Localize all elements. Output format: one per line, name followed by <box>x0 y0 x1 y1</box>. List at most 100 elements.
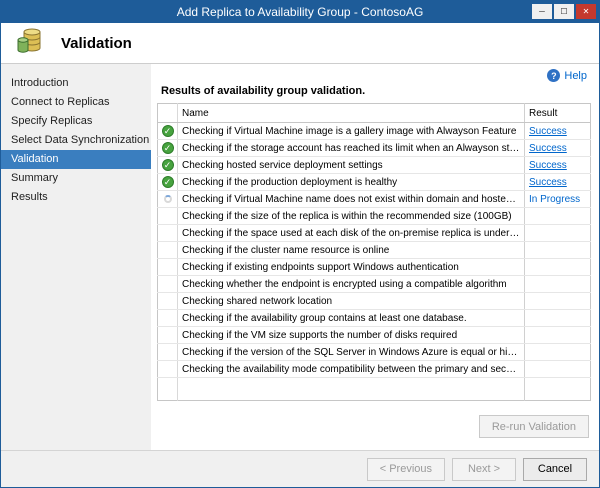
validation-results-heading: Results of availability group validation… <box>161 85 366 97</box>
result-cell <box>524 360 591 378</box>
check-name-cell: Checking the availability mode compatibi… <box>177 360 525 378</box>
table-row[interactable]: Checking the availability mode compatibi… <box>157 360 591 378</box>
check-name-cell: Checking if the size of the replica is w… <box>177 207 525 225</box>
status-cell <box>157 224 178 242</box>
check-name-cell: Checking if the availability group conta… <box>177 309 525 327</box>
check-name-cell: Checking if the version of the SQL Serve… <box>177 343 525 361</box>
filler-cell <box>525 378 591 401</box>
status-cell: ✓ <box>157 122 178 140</box>
table-row[interactable]: Checking shared network location <box>157 292 591 310</box>
sidebar-item-introduction[interactable]: Introduction <box>1 74 151 93</box>
help-link[interactable]: ? Help <box>547 69 587 82</box>
check-name-cell: Checking if existing endpoints support W… <box>177 258 525 276</box>
wizard-body: Introduction Connect to Replicas Specify R… <box>1 64 599 450</box>
status-cell <box>157 275 178 293</box>
sidebar-item-select-data-synchronization[interactable]: Select Data Synchronization <box>1 131 151 150</box>
titlebar[interactable]: Add Replica to Availability Group - Cont… <box>1 1 599 23</box>
window-controls: ─ ☐ ✕ <box>532 4 596 19</box>
result-cell: Success <box>524 156 591 174</box>
result-link[interactable]: Success <box>529 126 567 137</box>
close-icon[interactable]: ✕ <box>576 4 596 19</box>
table-row[interactable]: Checking if the VM size supports the num… <box>157 326 591 344</box>
validation-table: Name Result ✓ Checking if Virtual Machine… <box>157 103 591 401</box>
status-cell <box>157 343 178 361</box>
table-header-row: Name Result <box>157 103 591 123</box>
result-cell <box>524 275 591 293</box>
sidebar-item-validation[interactable]: Validation <box>1 150 151 169</box>
next-button[interactable]: Next > <box>452 457 516 481</box>
sidebar-item-summary[interactable]: Summary <box>1 169 151 188</box>
sidebar-item-specify-replicas[interactable]: Specify Replicas <box>1 112 151 131</box>
table-row[interactable]: Checking whether the endpoint is encrypt… <box>157 275 591 293</box>
table-row[interactable]: Checking if the version of the SQL Serve… <box>157 343 591 361</box>
filler-cell <box>157 377 178 401</box>
table-row[interactable]: Checking if existing endpoints support W… <box>157 258 591 276</box>
table-row[interactable]: Checking if Virtual Machine name does no… <box>157 190 591 208</box>
result-link[interactable]: Success <box>529 143 567 154</box>
table-row[interactable]: ✓ Checking hosted service deployment sett… <box>157 156 591 174</box>
result-link[interactable]: In Progress <box>529 194 580 205</box>
window-title: Add Replica to Availability Group - Cont… <box>176 5 424 19</box>
rerun-row: Re-run Validation <box>157 407 591 450</box>
success-check-icon: ✓ <box>161 125 174 137</box>
status-cell <box>157 190 178 208</box>
result-link[interactable]: Success <box>529 160 567 171</box>
check-name-cell: Checking if the space used at each disk … <box>177 224 525 242</box>
table-row[interactable]: Checking if the size of the replica is w… <box>157 207 591 225</box>
table-row[interactable]: Checking if the space used at each disk … <box>157 224 591 242</box>
in-progress-spinner-icon <box>163 194 172 203</box>
status-cell <box>157 360 178 378</box>
sidebar-item-results[interactable]: Results <box>1 188 151 207</box>
table-row[interactable]: ✓ Checking if the production deployment i… <box>157 173 591 191</box>
minimize-icon[interactable]: ─ <box>532 4 552 19</box>
check-name-cell: Checking if Virtual Machine name does no… <box>177 190 525 208</box>
check-name-cell: Checking if the storage account has reac… <box>177 139 525 157</box>
success-check-icon: ✓ <box>161 159 174 171</box>
result-cell <box>524 241 591 259</box>
help-row: ? Help <box>157 66 591 82</box>
column-header-status <box>157 103 178 123</box>
status-cell <box>157 207 178 225</box>
check-name-cell: Checking whether the endpoint is encrypt… <box>177 275 525 293</box>
result-cell: In Progress <box>524 190 591 208</box>
page-title: Validation <box>61 34 132 52</box>
result-cell <box>524 224 591 242</box>
column-header-name: Name <box>177 103 525 123</box>
wizard-header: Validation <box>1 23 599 64</box>
result-cell <box>524 207 591 225</box>
status-cell <box>157 258 178 276</box>
sidebar-item-connect-to-replicas[interactable]: Connect to Replicas <box>1 93 151 112</box>
table-row[interactable]: ✓ Checking if the storage account has rea… <box>157 139 591 157</box>
status-cell <box>157 292 178 310</box>
result-cell <box>524 258 591 276</box>
result-cell <box>524 343 591 361</box>
filler-cell <box>177 377 525 401</box>
status-cell: ✓ <box>157 173 178 191</box>
result-cell <box>524 326 591 344</box>
maximize-icon[interactable]: ☐ <box>554 4 574 19</box>
result-link[interactable]: Success <box>529 177 567 188</box>
result-cell <box>524 309 591 327</box>
status-cell: ✓ <box>157 139 178 157</box>
cancel-button[interactable]: Cancel <box>523 457 587 481</box>
main-panel: ? Help Results of availability group val… <box>151 64 599 450</box>
result-cell: Success <box>524 122 591 140</box>
availability-group-icon <box>15 26 45 61</box>
table-row[interactable]: ✓ Checking if Virtual Machine image is a … <box>157 122 591 140</box>
success-check-icon: ✓ <box>161 142 174 154</box>
table-row[interactable]: Checking if the availability group conta… <box>157 309 591 327</box>
rerun-validation-button[interactable]: Re-run Validation <box>478 415 589 438</box>
check-name-cell: Checking if the cluster name resource is… <box>177 241 525 259</box>
table-row[interactable]: Checking if the cluster name resource is… <box>157 241 591 259</box>
check-name-cell: Checking if Virtual Machine image is a g… <box>177 122 525 140</box>
result-cell: Success <box>524 139 591 157</box>
help-label: Help <box>564 69 587 82</box>
success-check-icon: ✓ <box>161 176 174 188</box>
previous-button[interactable]: < Previous <box>366 457 445 481</box>
status-cell <box>157 241 178 259</box>
wizard-steps-sidebar: Introduction Connect to Replicas Specify R… <box>1 64 151 450</box>
status-cell: ✓ <box>157 156 178 174</box>
wizard-window: Add Replica to Availability Group - Cont… <box>0 0 600 488</box>
check-name-cell: Checking hosted service deployment setti… <box>177 156 525 174</box>
help-icon: ? <box>547 69 561 82</box>
